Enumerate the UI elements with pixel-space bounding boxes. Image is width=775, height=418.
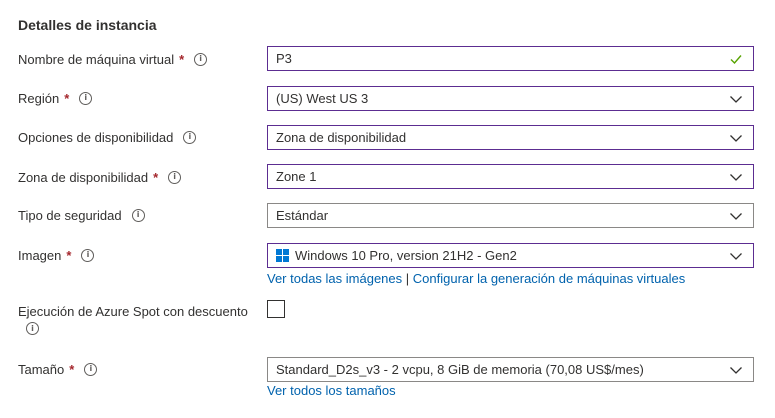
region-label-text: Región (18, 90, 60, 106)
size-value: Standard_D2s_v3 - 2 vcpu, 8 GiB de memor… (276, 362, 644, 377)
security-type-value: Estándar (276, 208, 329, 223)
availability-zone-value: Zone 1 (276, 169, 317, 184)
availability-zone-select[interactable]: Zone 1 (267, 164, 754, 189)
security-type-select[interactable]: Estándar (267, 203, 754, 228)
size-label: Tamaño * i (18, 359, 98, 379)
chevron-down-icon[interactable] (729, 363, 743, 377)
required-marker: * (69, 361, 75, 377)
link-separator: | (405, 271, 410, 286)
image-links: Ver todas las imágenes | Configurar la g… (267, 271, 685, 286)
chevron-down-icon[interactable] (729, 170, 743, 184)
vm-name-label: Nombre de máquina virtual * i (18, 49, 208, 69)
info-icon[interactable]: i (131, 208, 145, 222)
info-icon[interactable]: i (26, 322, 39, 335)
availability-options-value: Zona de disponibilidad (276, 130, 407, 145)
chevron-down-icon[interactable] (729, 209, 743, 223)
required-marker: * (64, 90, 70, 106)
section-title: Detalles de instancia (18, 17, 157, 33)
region-label: Región * i (18, 88, 93, 108)
see-all-images-link[interactable]: Ver todas las imágenes (267, 271, 402, 286)
region-select[interactable]: (US) West US 3 (267, 86, 754, 111)
info-icon[interactable]: i (79, 91, 93, 105)
image-value: Windows 10 Pro, version 21H2 - Gen2 (295, 248, 517, 263)
region-value: (US) West US 3 (276, 91, 369, 106)
availability-zone-label-text: Zona de disponibilidad (18, 169, 149, 185)
spot-discount-checkbox[interactable] (267, 300, 285, 318)
info-icon[interactable]: i (194, 52, 208, 66)
required-marker: * (153, 169, 159, 185)
info-icon[interactable]: i (84, 362, 98, 376)
see-all-sizes-link[interactable]: Ver todos los tamaños (267, 383, 396, 398)
image-label: Imagen * i (18, 245, 95, 265)
checkmark-icon (730, 54, 742, 64)
chevron-down-icon[interactable] (729, 92, 743, 106)
info-icon[interactable]: i (168, 170, 182, 184)
security-type-label: Tipo de seguridad i (18, 205, 145, 225)
chevron-down-icon[interactable] (729, 249, 743, 263)
spot-label: Ejecución de Azure Spot con descuento i (18, 304, 248, 335)
spot-label-text: Ejecución de Azure Spot con descuento (18, 304, 248, 319)
required-marker: * (179, 51, 185, 67)
chevron-down-icon[interactable] (729, 131, 743, 145)
configure-vm-generation-link[interactable]: Configurar la generación de máquinas vir… (413, 271, 685, 286)
windows-logo-icon (276, 249, 289, 262)
availability-options-label-text: Opciones de disponibilidad (18, 129, 174, 145)
availability-zone-label: Zona de disponibilidad * i (18, 167, 182, 187)
required-marker: * (66, 247, 72, 263)
security-type-label-text: Tipo de seguridad (18, 207, 122, 223)
vm-name-input[interactable]: P3 (267, 46, 754, 71)
vm-name-value[interactable]: P3 (276, 51, 729, 66)
info-icon[interactable]: i (183, 130, 197, 144)
availability-options-label: Opciones de disponibilidad i (18, 127, 197, 147)
availability-options-select[interactable]: Zona de disponibilidad (267, 125, 754, 150)
size-label-text: Tamaño (18, 361, 65, 377)
vm-name-label-text: Nombre de máquina virtual (18, 51, 175, 67)
size-select[interactable]: Standard_D2s_v3 - 2 vcpu, 8 GiB de memor… (267, 357, 754, 382)
info-icon[interactable]: i (81, 248, 95, 262)
image-select[interactable]: Windows 10 Pro, version 21H2 - Gen2 (267, 243, 754, 268)
image-label-text: Imagen (18, 247, 62, 263)
